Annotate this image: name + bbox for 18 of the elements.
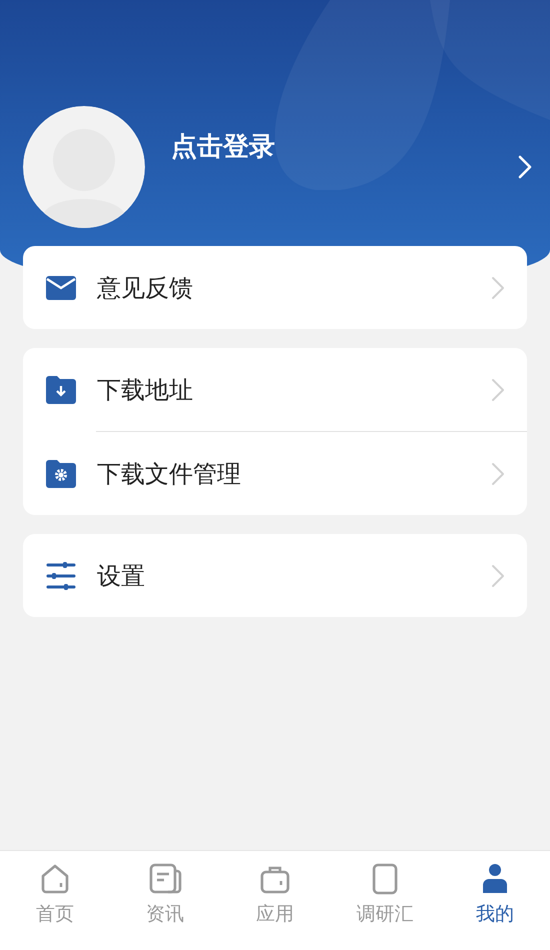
chevron-icon [491, 462, 505, 486]
chevron-icon [491, 276, 505, 300]
menu-item[interactable]: 下载文件管理 [97, 458, 491, 490]
news-icon [148, 863, 182, 895]
chevron-icon [491, 564, 505, 588]
home-icon [39, 863, 71, 895]
login-link[interactable]: 点击登录 [171, 129, 517, 164]
tab[interactable]: 我的 [440, 851, 550, 950]
menu-item[interactable]: 设置 [97, 560, 491, 592]
menu-item[interactable]: 意见反馈 [97, 272, 491, 304]
gear-folder-icon [46, 460, 76, 488]
chevron-icon [491, 378, 505, 402]
menu-item[interactable]: 下载地址 [97, 374, 491, 406]
chevron-icon[interactable] [517, 154, 533, 180]
download-folder-icon [46, 376, 76, 404]
avatar[interactable] [23, 106, 145, 228]
sliders-icon [46, 562, 76, 590]
mail-icon [46, 274, 76, 300]
